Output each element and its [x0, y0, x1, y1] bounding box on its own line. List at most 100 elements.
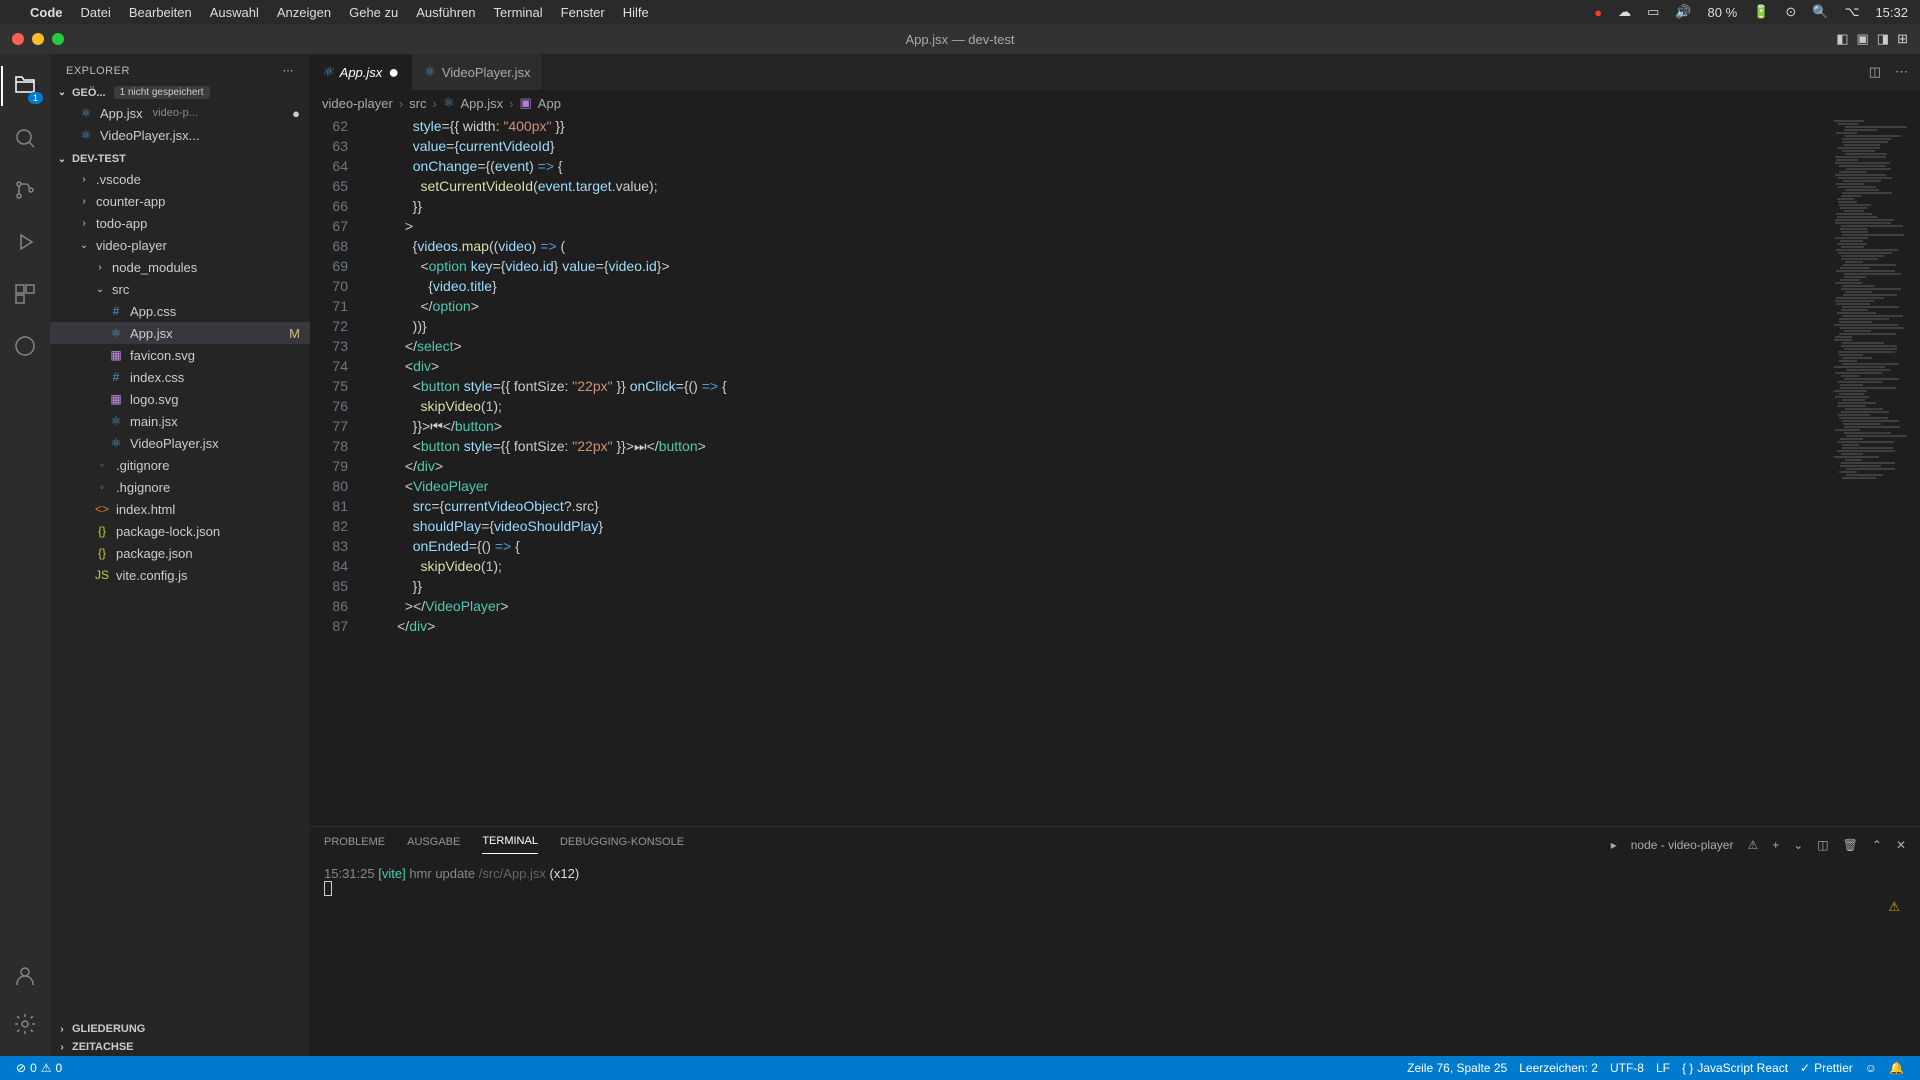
file-item[interactable]: ⚛VideoPlayer.jsx [50, 432, 310, 454]
code-editor[interactable]: 6263646566676869707172737475767778798081… [310, 116, 1920, 826]
open-editor-item[interactable]: ● ⚛ App.jsx video-p... [50, 102, 310, 124]
maximize-panel-icon[interactable]: ⌃ [1872, 838, 1882, 852]
menu-ausfuehren[interactable]: Ausführen [416, 5, 475, 20]
activity-rhodecode[interactable] [1, 322, 49, 370]
file-item[interactable]: ◦.gitignore [50, 454, 310, 476]
close-panel-icon[interactable]: ✕ [1896, 838, 1906, 852]
folder-item[interactable]: ›counter-app [50, 190, 310, 212]
open-editor-item[interactable]: ⚛ VideoPlayer.jsx... [50, 124, 310, 146]
folder-item[interactable]: ›.vscode [50, 168, 310, 190]
menu-fenster[interactable]: Fenster [561, 5, 605, 20]
cloud-icon[interactable]: ☁ [1618, 4, 1631, 20]
status-eol[interactable]: LF [1650, 1061, 1676, 1075]
menu-datei[interactable]: Datei [81, 5, 111, 20]
search-icon[interactable]: 🔍 [1812, 4, 1828, 20]
breadcrumb-item[interactable]: src [409, 96, 426, 111]
chevron-right-icon: › [56, 1024, 68, 1035]
warning-icon[interactable]: ⚠ [1888, 899, 1900, 915]
file-item[interactable]: ▦logo.svg [50, 388, 310, 410]
chevron-icon: › [78, 174, 90, 185]
file-item[interactable]: {}package.json [50, 542, 310, 564]
status-line-col[interactable]: Zeile 76, Spalte 25 [1401, 1061, 1513, 1075]
symbol-icon: ▣ [520, 95, 532, 111]
menu-bearbeiten[interactable]: Bearbeiten [129, 5, 192, 20]
folder-item[interactable]: ›todo-app [50, 212, 310, 234]
outline-header[interactable]: › GLIEDERUNG [50, 1020, 310, 1038]
menu-anzeigen[interactable]: Anzeigen [277, 5, 331, 20]
activity-settings[interactable] [1, 1000, 49, 1048]
menu-gehezu[interactable]: Gehe zu [349, 5, 398, 20]
control-center-icon[interactable]: ⌥ [1844, 4, 1859, 20]
file-item[interactable]: ⚛App.jsxM [50, 322, 310, 344]
activity-explorer[interactable]: 1 [1, 62, 49, 110]
record-icon[interactable]: ● [1594, 5, 1602, 20]
file-item[interactable]: #index.css [50, 366, 310, 388]
file-item[interactable]: #App.css [50, 300, 310, 322]
activity-source-control[interactable] [1, 166, 49, 214]
menu-hilfe[interactable]: Hilfe [623, 5, 649, 20]
menubar-time[interactable]: 15:32 [1875, 5, 1908, 20]
split-editor-icon[interactable]: ◫ [1869, 64, 1881, 80]
close-window-button[interactable] [12, 33, 24, 45]
layout-sidebar-left-icon[interactable]: ◧ [1836, 31, 1848, 47]
open-editor-name: App.jsx [100, 106, 143, 121]
timeline-header[interactable]: › ZEITACHSE [50, 1038, 310, 1056]
react-icon: ⚛ [443, 95, 455, 111]
menu-auswahl[interactable]: Auswahl [210, 5, 259, 20]
open-editors-header[interactable]: ⌄ GEÖ... 1 nicht gespeichert [50, 83, 310, 102]
folder-item[interactable]: ›node_modules [50, 256, 310, 278]
kill-terminal-icon[interactable]: 🗑 [1843, 838, 1858, 852]
activity-extensions[interactable] [1, 270, 49, 318]
status-feedback[interactable]: ☺ [1859, 1061, 1883, 1075]
status-prettier[interactable]: ✓ Prettier [1794, 1061, 1859, 1075]
outline-label: GLIEDERUNG [72, 1023, 145, 1035]
new-terminal-button[interactable]: + [1772, 838, 1779, 852]
menu-terminal[interactable]: Terminal [494, 5, 543, 20]
status-spaces[interactable]: Leerzeichen: 2 [1513, 1061, 1604, 1075]
minimap[interactable] [1830, 116, 1920, 826]
panel-tab-terminal[interactable]: TERMINAL [482, 835, 538, 854]
display-icon[interactable]: ▭ [1647, 4, 1659, 20]
workspace-header[interactable]: ⌄ DEV-TEST [50, 150, 310, 168]
split-terminal-icon[interactable]: ◫ [1817, 838, 1828, 852]
file-item[interactable]: JSvite.config.js [50, 564, 310, 586]
battery-icon[interactable]: 🔋 [1753, 4, 1769, 20]
layout-sidebar-right-icon[interactable]: ◨ [1877, 31, 1889, 47]
layout-panel-icon[interactable]: ▣ [1857, 31, 1869, 47]
tab-bar: ⚛ App.jsx ● ⚛ VideoPlayer.jsx ◫ ⋯ [310, 54, 1920, 90]
breadcrumb-item[interactable]: video-player [322, 96, 393, 111]
layout-customize-icon[interactable]: ⊞ [1897, 31, 1908, 47]
terminal-label[interactable]: node - video-player [1631, 838, 1734, 852]
terminal-dropdown-icon[interactable]: ⌄ [1793, 838, 1803, 852]
terminal-content[interactable]: 15:31:25 [vite] hmr update /src/App.jsx … [310, 862, 1920, 1056]
explorer-more-icon[interactable]: ⋯ [283, 64, 295, 77]
status-language[interactable]: { } JavaScript React [1676, 1061, 1794, 1075]
file-item[interactable]: ◦.hgignore [50, 476, 310, 498]
breadcrumb-item[interactable]: App [538, 96, 561, 111]
editor-tab[interactable]: ⚛ VideoPlayer.jsx [412, 54, 543, 90]
status-encoding[interactable]: UTF-8 [1604, 1061, 1650, 1075]
panel-tab-problems[interactable]: PROBLEME [324, 836, 385, 854]
status-errors[interactable]: ⊘ 0 ⚠ 0 [10, 1056, 68, 1080]
breadcrumb-item[interactable]: App.jsx [461, 96, 504, 111]
menubar-app[interactable]: Code [30, 5, 63, 20]
panel-tab-output[interactable]: AUSGABE [407, 836, 460, 854]
maximize-window-button[interactable] [52, 33, 64, 45]
file-item[interactable]: {}package-lock.json [50, 520, 310, 542]
file-item[interactable]: ▦favicon.svg [50, 344, 310, 366]
activity-accounts[interactable] [1, 952, 49, 1000]
more-actions-icon[interactable]: ⋯ [1895, 64, 1908, 80]
panel-tab-debug[interactable]: DEBUGGING-KONSOLE [560, 836, 684, 854]
wifi-icon[interactable]: ⊙ [1785, 4, 1796, 20]
status-notifications[interactable]: 🔔 [1883, 1061, 1910, 1075]
editor-tab[interactable]: ⚛ App.jsx ● [310, 54, 412, 90]
folder-item[interactable]: ⌄video-player [50, 234, 310, 256]
folder-item[interactable]: ⌄src [50, 278, 310, 300]
file-item[interactable]: ⚛main.jsx [50, 410, 310, 432]
minimize-window-button[interactable] [32, 33, 44, 45]
activity-search[interactable] [1, 114, 49, 162]
volume-icon[interactable]: 🔊 [1675, 4, 1691, 20]
activity-debug[interactable] [1, 218, 49, 266]
file-item[interactable]: <>index.html [50, 498, 310, 520]
breadcrumb[interactable]: video-player › src › ⚛ App.jsx › ▣ App [310, 90, 1920, 116]
